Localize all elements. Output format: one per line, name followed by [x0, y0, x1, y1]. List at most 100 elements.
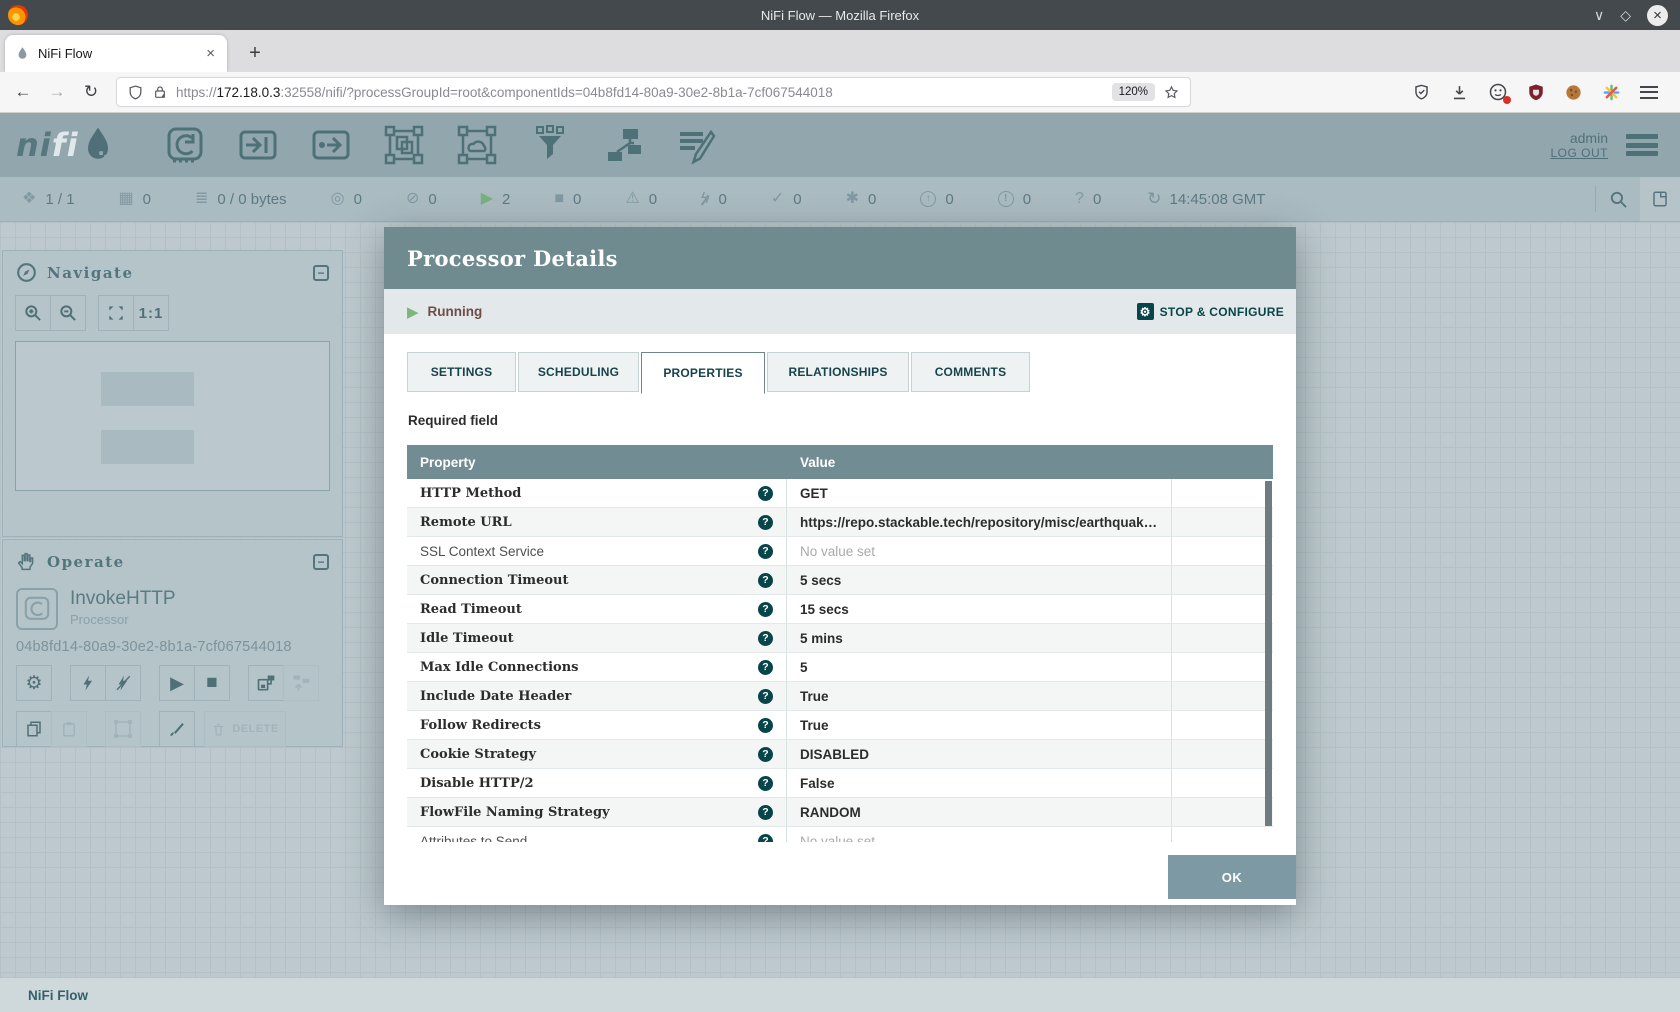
colorways-icon[interactable]	[1602, 83, 1621, 102]
page-zoom-badge[interactable]: 120%	[1112, 83, 1155, 101]
enable-button[interactable]	[70, 665, 106, 701]
start-button[interactable]: ▶	[159, 665, 195, 701]
property-row[interactable]: SSL Context Service?No value set	[407, 537, 1273, 566]
property-row[interactable]: Remote URL?https://repo.stackable.tech/r…	[407, 508, 1273, 537]
processor-component-icon[interactable]	[165, 125, 205, 165]
breadcrumb[interactable]: NiFi Flow	[0, 977, 1680, 1012]
logout-link[interactable]: LOG OUT	[1550, 146, 1608, 160]
zoom-actual-button[interactable]: 1:1	[133, 295, 169, 331]
lock-warning-icon[interactable]	[152, 84, 168, 100]
help-icon[interactable]: ?	[758, 747, 773, 762]
global-menu-icon[interactable]	[1626, 134, 1658, 156]
bookmark-star-icon[interactable]	[1163, 84, 1180, 101]
operate-collapse-button[interactable]: −	[313, 554, 329, 570]
help-icon[interactable]: ?	[758, 631, 773, 646]
tab-properties[interactable]: PROPERTIES	[641, 352, 765, 394]
property-row[interactable]: Idle Timeout?5 mins	[407, 624, 1273, 653]
search-button[interactable]	[1596, 177, 1640, 221]
window-close-icon[interactable]: ×	[1647, 5, 1668, 26]
browser-menu-icon[interactable]	[1640, 86, 1658, 99]
breadcrumb-root[interactable]: NiFi Flow	[28, 988, 88, 1003]
create-template-button[interactable]	[248, 665, 284, 701]
delete-button[interactable]: DELETE	[204, 711, 286, 747]
process-group-component-icon[interactable]	[384, 125, 424, 165]
navigate-collapse-button[interactable]: −	[313, 265, 329, 281]
pocket-shield-icon[interactable]	[1412, 83, 1431, 102]
status-item-clustered-nodes: ❖1 / 1	[22, 191, 75, 208]
property-extra-cell	[1172, 537, 1273, 565]
property-row[interactable]: FlowFile Naming Strategy?RANDOM	[407, 798, 1273, 827]
input-port-component-icon[interactable]	[238, 125, 278, 165]
table-scrollbar[interactable]	[1265, 481, 1272, 826]
help-icon[interactable]: ?	[758, 602, 773, 617]
output-port-component-icon[interactable]	[311, 125, 351, 165]
property-row[interactable]: Disable HTTP/2?False	[407, 769, 1273, 798]
downloads-icon[interactable]	[1450, 83, 1469, 102]
tab-close-icon[interactable]: ×	[204, 45, 217, 62]
zoom-out-button[interactable]	[50, 295, 86, 331]
help-icon[interactable]: ?	[758, 544, 773, 559]
template-component-icon[interactable]	[603, 125, 643, 165]
account-icon[interactable]	[1488, 82, 1508, 102]
property-value-cell: https://repo.stackable.tech/repository/m…	[787, 508, 1172, 536]
ublock-shield-icon[interactable]	[1527, 83, 1545, 101]
help-icon[interactable]: ?	[758, 834, 773, 843]
last-refresh[interactable]: ↻ 14:45:08 GMT	[1147, 189, 1265, 209]
window-menu-icon[interactable]: ∨	[1594, 8, 1604, 22]
property-name: HTTP Method	[420, 486, 521, 501]
help-icon[interactable]: ?	[758, 573, 773, 588]
address-bar[interactable]: https://172.18.0.3:32558/nifi/?processGr…	[116, 77, 1191, 107]
browser-tab-nifi[interactable]: NiFi Flow ×	[5, 35, 227, 72]
property-row[interactable]: Max Idle Connections?5	[407, 653, 1273, 682]
funnel-component-icon[interactable]	[530, 125, 570, 165]
new-tab-button[interactable]: +	[240, 38, 270, 68]
forward-button[interactable]: →	[40, 82, 74, 102]
birdseye-toggle-button[interactable]	[1640, 177, 1680, 221]
property-row[interactable]: Attributes to Send?No value set	[407, 827, 1273, 842]
tab-scheduling[interactable]: SCHEDULING	[518, 352, 639, 392]
zoom-fit-button[interactable]	[98, 295, 134, 331]
label-component-icon[interactable]	[676, 125, 716, 165]
help-icon[interactable]: ?	[758, 660, 773, 675]
help-icon[interactable]: ?	[758, 515, 773, 530]
property-row[interactable]: Read Timeout?15 secs	[407, 595, 1273, 624]
help-icon[interactable]: ?	[758, 689, 773, 704]
property-row[interactable]: Connection Timeout?5 secs	[407, 566, 1273, 595]
disable-button[interactable]	[105, 665, 141, 701]
property-name: Include Date Header	[420, 689, 571, 704]
zoom-in-button[interactable]	[15, 295, 51, 331]
help-icon[interactable]: ?	[758, 718, 773, 733]
ok-button[interactable]: OK	[1168, 855, 1296, 899]
remote-process-group-component-icon[interactable]	[457, 125, 497, 165]
selected-processor-icon	[16, 588, 58, 630]
property-row[interactable]: Follow Redirects?True	[407, 711, 1273, 740]
group-button[interactable]	[105, 711, 141, 747]
property-row[interactable]: Cookie Strategy?DISABLED	[407, 740, 1273, 769]
help-icon[interactable]: ?	[758, 486, 773, 501]
refresh-icon[interactable]: ↻	[1147, 189, 1161, 209]
tab-relationships[interactable]: RELATIONSHIPS	[767, 352, 909, 392]
fill-color-button[interactable]	[159, 711, 195, 747]
paste-button[interactable]	[51, 711, 87, 747]
birdseye-minimap[interactable]	[15, 341, 330, 491]
nifi-favicon-drop-icon	[15, 46, 30, 61]
back-button[interactable]: ←	[6, 82, 40, 102]
configure-button[interactable]: ⚙	[16, 665, 52, 701]
help-icon[interactable]: ?	[758, 776, 773, 791]
copy-button[interactable]	[16, 711, 52, 747]
property-value: False	[800, 776, 835, 791]
tab-comments[interactable]: COMMENTS	[911, 352, 1030, 392]
tab-settings[interactable]: SETTINGS	[407, 352, 516, 392]
window-restore-icon[interactable]: ◇	[1620, 8, 1631, 22]
stop-button[interactable]: ■	[194, 665, 230, 701]
property-row[interactable]: Include Date Header?True	[407, 682, 1273, 711]
tracking-shield-icon[interactable]	[127, 84, 144, 101]
stopped-icon: ■	[554, 191, 564, 207]
stop-and-configure-button[interactable]: ⚙ STOP & CONFIGURE	[1137, 303, 1284, 320]
reload-button[interactable]: ↻	[74, 82, 108, 102]
remote-not-transmitting-icon: ⊘	[406, 191, 419, 207]
help-icon[interactable]: ?	[758, 805, 773, 820]
cookie-icon[interactable]	[1564, 83, 1583, 102]
property-row[interactable]: HTTP Method?GET	[407, 479, 1273, 508]
upload-template-button[interactable]	[283, 665, 319, 701]
